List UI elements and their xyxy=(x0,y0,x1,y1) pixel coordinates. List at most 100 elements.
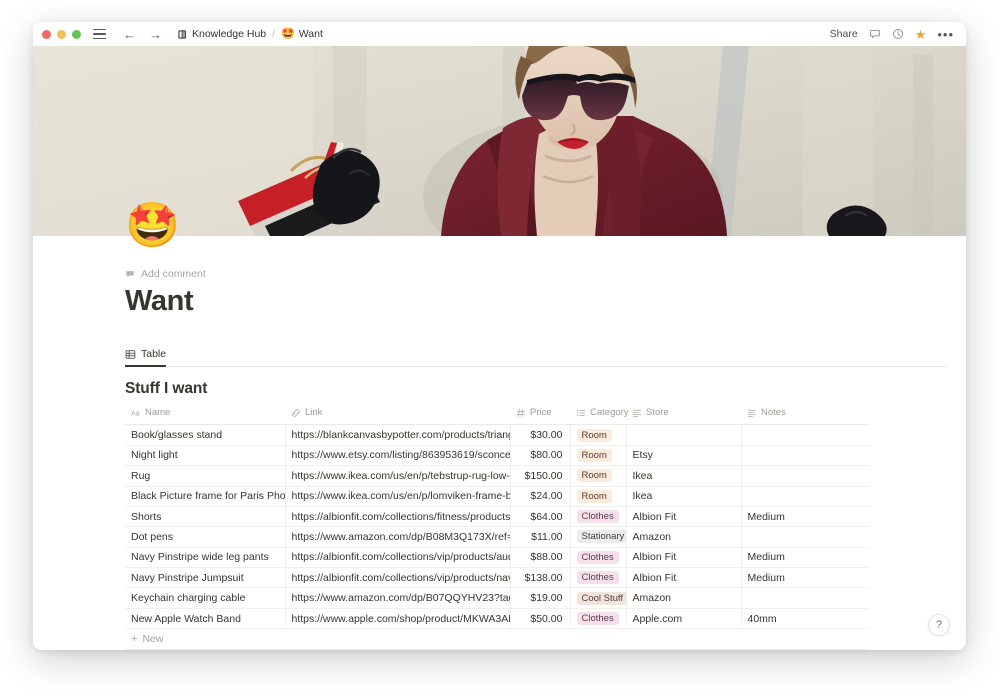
cell-name[interactable]: Night light xyxy=(125,445,286,467)
table-row[interactable]: Shorts https://albionfit.com/collections… xyxy=(125,506,869,528)
column-header-category[interactable]: Category xyxy=(570,407,629,426)
table-row[interactable]: Dot pens https://www.amazon.com/dp/B08M3… xyxy=(125,526,869,548)
cell-store[interactable]: Ikea xyxy=(626,465,742,487)
cell-store[interactable]: Amazon xyxy=(626,526,742,548)
table-icon xyxy=(125,349,136,360)
category-tag: Clothes xyxy=(576,550,619,564)
cell-category[interactable]: Room xyxy=(570,445,627,467)
cell-link[interactable]: https://www.ikea.com/us/en/p/lomviken-fr… xyxy=(285,486,511,507)
cell-link[interactable]: https://albionfit.com/collections/vip/pr… xyxy=(285,567,511,589)
breadcrumb-separator: / xyxy=(272,28,276,40)
cell-notes[interactable]: Medium xyxy=(741,506,869,528)
add-new-row-button[interactable]: + New xyxy=(125,629,869,650)
cell-link[interactable]: https://www.amazon.com/dp/B08M3Q173X/ref… xyxy=(285,526,511,548)
cell-name[interactable]: Book/glasses stand xyxy=(125,424,286,446)
cell-store[interactable]: Albion Fit xyxy=(626,547,742,569)
minimize-window-button[interactable] xyxy=(57,29,66,39)
cell-price[interactable]: $150.00 xyxy=(510,465,571,487)
breadcrumb-item-want[interactable]: 🤩 Want xyxy=(281,28,323,40)
column-header-name[interactable]: Aa Name xyxy=(125,407,285,426)
cell-price[interactable]: $19.00 xyxy=(510,587,571,609)
cell-link[interactable]: https://www.amazon.com/dp/B07QQYHV23?tag… xyxy=(285,587,511,609)
cell-price[interactable]: $11.00 xyxy=(510,526,571,548)
ellipsis-icon[interactable]: ••• xyxy=(937,28,954,41)
table-row[interactable]: Book/glasses stand https://blankcanvasby… xyxy=(125,424,869,446)
cell-notes[interactable] xyxy=(741,424,869,446)
table-row[interactable]: Keychain charging cable https://www.amaz… xyxy=(125,587,869,609)
tab-table[interactable]: Table xyxy=(125,348,167,368)
forward-button[interactable]: → xyxy=(149,28,162,41)
cell-price[interactable]: $80.00 xyxy=(510,445,571,467)
cell-name[interactable]: Navy Pinstripe Jumpsuit xyxy=(125,567,286,589)
cell-store[interactable]: Etsy xyxy=(626,445,742,467)
cell-link[interactable]: https://www.ikea.com/us/en/p/tebstrup-ru… xyxy=(285,465,511,487)
cell-category[interactable]: Clothes xyxy=(570,567,627,589)
close-window-button[interactable] xyxy=(42,29,51,39)
share-button[interactable]: Share xyxy=(830,28,858,40)
cell-link[interactable]: https://albionfit.com/collections/vip/pr… xyxy=(285,547,511,569)
cell-category[interactable]: Cool Stuff xyxy=(570,587,627,609)
cell-name[interactable]: Black Picture frame for Paris Photo xyxy=(125,486,286,507)
back-button[interactable]: ← xyxy=(123,28,136,41)
cell-category[interactable]: Clothes xyxy=(570,608,627,630)
clock-history-icon[interactable] xyxy=(892,28,904,40)
maximize-window-button[interactable] xyxy=(72,29,81,39)
comment-icon[interactable] xyxy=(869,28,881,40)
cell-category[interactable]: Clothes xyxy=(570,506,627,528)
view-tab-bar: Table xyxy=(125,346,947,368)
breadcrumb-item-knowledge-hub[interactable]: Knowledge Hub xyxy=(177,28,266,40)
cell-notes[interactable]: 40mm xyxy=(741,608,869,630)
cell-notes[interactable] xyxy=(741,587,869,609)
cell-store[interactable]: Albion Fit xyxy=(626,567,742,589)
cell-name[interactable]: Shorts xyxy=(125,506,286,528)
table-row[interactable]: Black Picture frame for Paris Photo http… xyxy=(125,486,869,507)
cell-price[interactable]: $138.00 xyxy=(510,567,571,589)
sidebar-toggle-icon[interactable] xyxy=(93,28,106,40)
cell-price[interactable]: $50.00 xyxy=(510,608,571,630)
cell-link[interactable]: https://www.apple.com/shop/product/MKWA3… xyxy=(285,608,511,630)
cell-link[interactable]: https://blankcanvasbypotter.com/products… xyxy=(285,424,511,446)
cell-notes[interactable] xyxy=(741,465,869,487)
cell-name[interactable]: New Apple Watch Band xyxy=(125,608,286,630)
cell-notes[interactable]: Medium xyxy=(741,547,869,569)
column-header-link[interactable]: Link xyxy=(285,407,510,426)
database-title[interactable]: Stuff I want xyxy=(125,380,906,398)
column-header-price[interactable]: Price xyxy=(510,407,570,426)
cell-category[interactable]: Room xyxy=(570,465,627,487)
cell-link[interactable]: https://www.etsy.com/listing/863953619/s… xyxy=(285,445,511,467)
table-row[interactable]: New Apple Watch Band https://www.apple.c… xyxy=(125,608,869,630)
table-row[interactable]: Rug https://www.ikea.com/us/en/p/tebstru… xyxy=(125,465,869,487)
column-header-notes[interactable]: Notes xyxy=(741,407,869,426)
cell-store[interactable]: Ikea xyxy=(626,486,742,507)
cell-store[interactable]: Apple.com xyxy=(626,608,742,630)
table-row[interactable]: Night light https://www.etsy.com/listing… xyxy=(125,445,869,467)
cell-price[interactable]: $88.00 xyxy=(510,547,571,569)
page-icon-emoji[interactable]: 🤩 xyxy=(125,204,180,248)
table-row[interactable]: Navy Pinstripe Jumpsuit https://albionfi… xyxy=(125,567,869,589)
cell-name[interactable]: Rug xyxy=(125,465,286,487)
cell-notes[interactable] xyxy=(741,486,869,507)
add-comment-button[interactable]: Add comment xyxy=(125,268,906,280)
cell-category[interactable]: Stationary xyxy=(570,526,627,548)
cell-store[interactable] xyxy=(626,424,742,446)
cell-link[interactable]: https://albionfit.com/collections/fitnes… xyxy=(285,506,511,528)
cell-category[interactable]: Room xyxy=(570,486,627,507)
cell-name[interactable]: Keychain charging cable xyxy=(125,587,286,609)
column-header-store[interactable]: Store xyxy=(626,407,741,426)
cell-price[interactable]: $30.00 xyxy=(510,424,571,446)
cell-price[interactable]: $64.00 xyxy=(510,506,571,528)
cell-store[interactable]: Albion Fit xyxy=(626,506,742,528)
cell-notes[interactable] xyxy=(741,526,869,548)
cell-notes[interactable]: Medium xyxy=(741,567,869,589)
page-title[interactable]: Want xyxy=(125,285,906,318)
table-row[interactable]: Navy Pinstripe wide leg pants https://al… xyxy=(125,547,869,569)
star-icon[interactable]: ★ xyxy=(915,28,927,41)
cell-name[interactable]: Dot pens xyxy=(125,526,286,548)
cell-notes[interactable] xyxy=(741,445,869,467)
cell-category[interactable]: Room xyxy=(570,424,627,446)
cell-price[interactable]: $24.00 xyxy=(510,486,571,507)
cell-name[interactable]: Navy Pinstripe wide leg pants xyxy=(125,547,286,569)
cell-category[interactable]: Clothes xyxy=(570,547,627,569)
column-header-category-label: Category xyxy=(590,407,629,419)
cell-store[interactable]: Amazon xyxy=(626,587,742,609)
